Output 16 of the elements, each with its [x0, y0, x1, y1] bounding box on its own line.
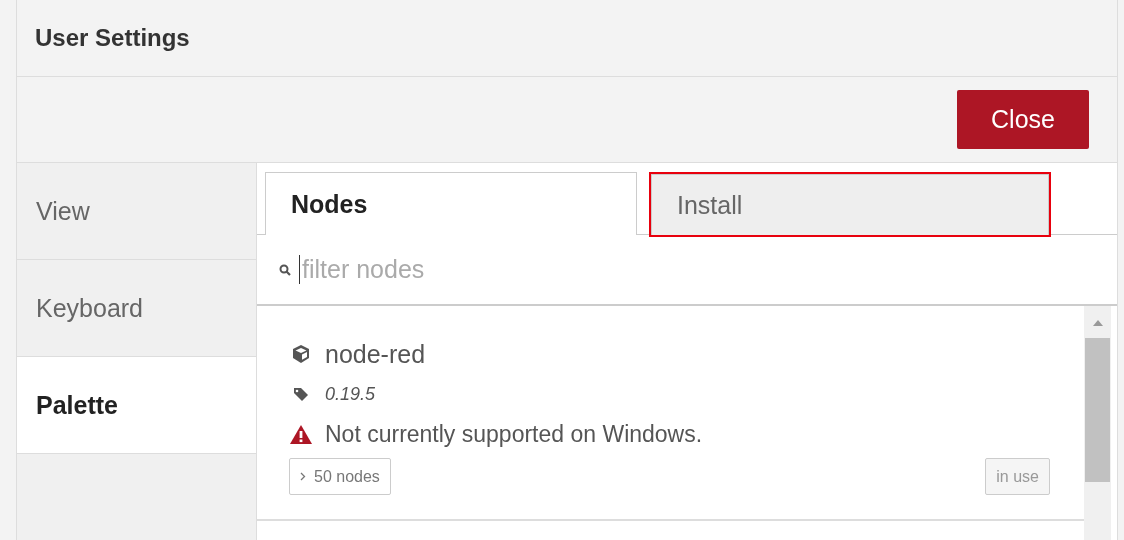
scrollbar-thumb[interactable] — [1085, 338, 1110, 482]
scroll-up-icon[interactable] — [1092, 320, 1103, 326]
sidebar-tab[interactable]: View — [17, 163, 256, 260]
nodes-toggle-button[interactable]: 50 nodes — [289, 458, 391, 495]
module-version: 0.19.5 — [325, 383, 376, 405]
close-button[interactable]: Close — [957, 90, 1089, 149]
sidebar-tab[interactable]: Palette — [17, 357, 256, 454]
tab[interactable]: Nodes — [265, 172, 637, 235]
warning-icon — [289, 423, 313, 445]
module-name: node-red — [325, 339, 426, 369]
chevron-icon — [300, 472, 306, 481]
dialog-title: User Settings — [35, 24, 190, 52]
search-icon — [279, 263, 291, 276]
scrollbar[interactable] — [1084, 306, 1111, 540]
warning-text: Not currently supported on Windows. — [325, 420, 703, 448]
tab[interactable]: Install — [651, 174, 1049, 235]
